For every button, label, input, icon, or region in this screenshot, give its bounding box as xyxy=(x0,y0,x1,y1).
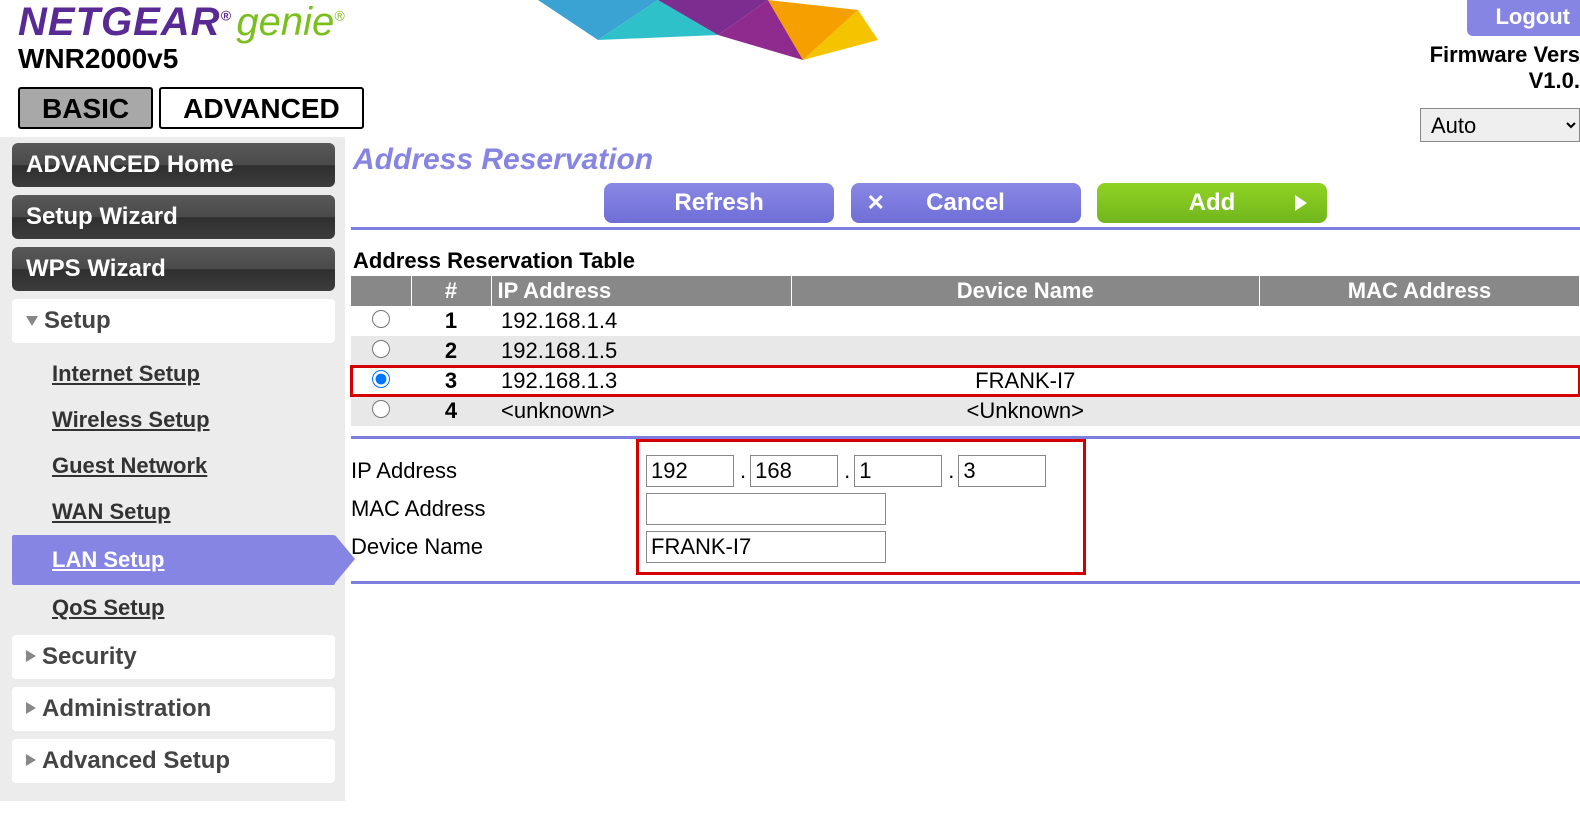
device-name-label: Device Name xyxy=(351,534,646,560)
sidebar-link-wireless-setup[interactable]: Wireless Setup xyxy=(12,397,335,443)
sidebar: ADVANCED Home Setup Wizard WPS Wizard Se… xyxy=(0,137,345,801)
decoration-shapes xyxy=(538,0,968,80)
sidebar-link-lan-setup[interactable]: LAN Setup xyxy=(12,535,335,585)
firmware-version: V1.0. xyxy=(1529,68,1580,94)
cancel-button[interactable]: ✕Cancel xyxy=(851,183,1081,223)
sidebar-wps-wizard[interactable]: WPS Wizard xyxy=(12,247,335,291)
sidebar-link-qos-setup[interactable]: QoS Setup xyxy=(12,585,335,631)
reservation-table: # IP Address Device Name MAC Address 1 1… xyxy=(351,276,1580,426)
refresh-button[interactable]: Refresh xyxy=(604,183,834,223)
col-ip: IP Address xyxy=(491,276,791,306)
chevron-right-icon xyxy=(26,650,36,662)
col-device: Device Name xyxy=(791,276,1260,306)
ip-octet-2[interactable] xyxy=(750,455,838,487)
sidebar-link-wan-setup[interactable]: WAN Setup xyxy=(12,489,335,535)
sidebar-section-administration[interactable]: Administration xyxy=(12,687,335,731)
divider xyxy=(351,436,1580,439)
ip-octet-1[interactable] xyxy=(646,455,734,487)
close-icon: ✕ xyxy=(867,190,885,216)
chevron-down-icon xyxy=(26,316,38,326)
table-row-selected[interactable]: 3 192.168.1.3 FRANK-I7 xyxy=(351,366,1580,396)
sidebar-section-advanced-setup[interactable]: Advanced Setup xyxy=(12,739,335,783)
table-title: Address Reservation Table xyxy=(353,248,1580,274)
tab-basic[interactable]: BASIC xyxy=(18,87,153,129)
divider xyxy=(351,581,1580,584)
sidebar-link-guest-network[interactable]: Guest Network xyxy=(12,443,335,489)
sidebar-section-setup[interactable]: Setup xyxy=(12,299,335,343)
device-name-input[interactable] xyxy=(646,531,886,563)
main-content: Address Reservation Refresh ✕Cancel Add … xyxy=(345,137,1580,801)
divider xyxy=(351,227,1580,230)
sidebar-link-internet-setup[interactable]: Internet Setup xyxy=(12,351,335,397)
chevron-right-icon xyxy=(26,754,36,766)
chevron-right-icon xyxy=(26,702,36,714)
play-icon xyxy=(1295,195,1307,211)
table-row[interactable]: 1 192.168.1.4 xyxy=(351,306,1580,336)
logout-button[interactable]: Logout xyxy=(1467,0,1580,36)
col-mac: MAC Address xyxy=(1260,276,1580,306)
language-select[interactable]: Auto xyxy=(1420,108,1580,142)
col-num: # xyxy=(411,276,491,306)
ip-label: IP Address xyxy=(351,458,646,484)
mac-label: MAC Address xyxy=(351,496,646,522)
page-title: Address Reservation xyxy=(351,143,1580,177)
add-button[interactable]: Add xyxy=(1097,183,1327,223)
mac-input[interactable] xyxy=(646,493,886,525)
sidebar-advanced-home[interactable]: ADVANCED Home xyxy=(12,143,335,187)
row-radio[interactable] xyxy=(372,340,390,358)
reservation-form: IP Address . . . MAC Address Device Name xyxy=(351,455,1580,581)
row-radio[interactable] xyxy=(372,310,390,328)
sidebar-setup-wizard[interactable]: Setup Wizard xyxy=(12,195,335,239)
firmware-label: Firmware Vers xyxy=(1430,42,1580,68)
table-row[interactable]: 4 <unknown> <Unknown> xyxy=(351,396,1580,426)
sidebar-section-security[interactable]: Security xyxy=(12,635,335,679)
row-radio[interactable] xyxy=(372,400,390,418)
table-row[interactable]: 2 192.168.1.5 xyxy=(351,336,1580,366)
ip-octet-4[interactable] xyxy=(958,455,1046,487)
tab-advanced[interactable]: ADVANCED xyxy=(159,87,364,129)
brand-netgear: NETGEAR® genie® xyxy=(18,0,345,45)
row-radio[interactable] xyxy=(372,370,390,388)
ip-octet-3[interactable] xyxy=(854,455,942,487)
